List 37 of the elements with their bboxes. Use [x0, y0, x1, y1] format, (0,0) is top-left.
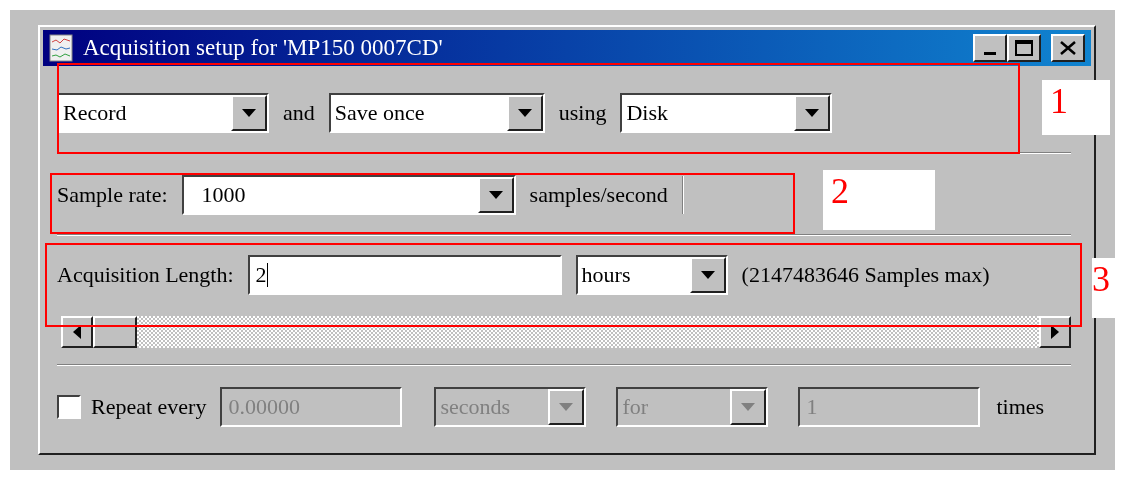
minimize-button[interactable]: [973, 34, 1007, 62]
maximize-button[interactable]: [1007, 34, 1041, 62]
target-dropdown[interactable]: Disk: [620, 93, 833, 133]
annotation-number: 1: [1042, 80, 1110, 135]
mode-dropdown[interactable]: Record: [57, 93, 269, 133]
close-icon: [1060, 41, 1076, 55]
down-arrow-icon: [559, 403, 574, 411]
maximize-icon: [1015, 40, 1033, 56]
scroll-thumb[interactable]: [93, 316, 137, 348]
down-arrow-icon: [805, 109, 820, 117]
length-unit-dropdown[interactable]: hours: [575, 255, 728, 295]
sample-rate-label: Sample rate:: [57, 182, 168, 208]
down-arrow-icon: [242, 109, 256, 117]
using-label: using: [558, 100, 607, 126]
down-arrow-icon: [741, 403, 756, 411]
down-arrow-icon: [488, 191, 503, 199]
save-dropdown[interactable]: Save once: [328, 93, 545, 133]
left-arrow-icon: [73, 325, 81, 339]
window-title: Acquisition setup for 'MP150 0007CD': [83, 35, 444, 61]
unit-label: samples/second: [529, 182, 668, 208]
down-arrow-icon: [700, 271, 715, 279]
and-label: and: [283, 100, 315, 126]
annotation-number: 2: [823, 170, 935, 230]
length-input[interactable]: 2: [247, 255, 562, 295]
close-button[interactable]: [1051, 34, 1085, 62]
scroll-left-button[interactable]: [61, 316, 93, 348]
repeat-checkbox[interactable]: [57, 395, 81, 419]
right-arrow-icon: [1051, 325, 1059, 339]
down-arrow-icon: [517, 109, 532, 117]
times-label: times: [996, 394, 1045, 420]
samples-max-label: (2147483646 Samples max): [741, 262, 990, 288]
minimize-icon: [984, 52, 996, 55]
sample-rate-dropdown[interactable]: 1000: [181, 175, 516, 215]
acquisition-length-label: Acquisition Length:: [57, 262, 234, 288]
repeat-label: Repeat every: [91, 394, 207, 420]
scroll-right-button[interactable]: [1039, 316, 1071, 348]
chart-icon: [49, 34, 73, 62]
